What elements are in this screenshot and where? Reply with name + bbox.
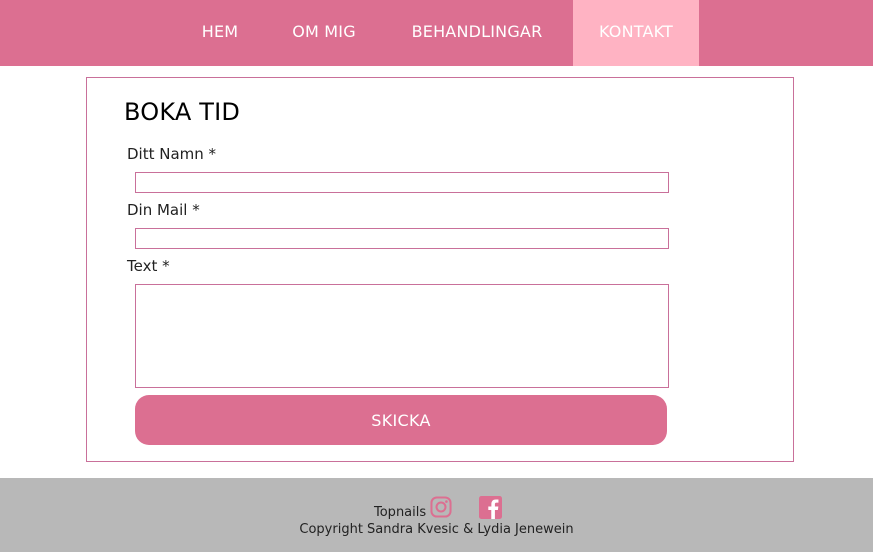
name-input[interactable]: [135, 172, 669, 193]
copyright-text: Copyright Sandra Kvesic & Lydia Jenewein: [299, 522, 574, 537]
text-label: Text *: [127, 257, 170, 275]
nav-item-om-mig[interactable]: OM MIG: [284, 0, 364, 66]
top-navigation: HEM OM MIG BEHANDLINGAR KONTAKT: [0, 0, 873, 66]
nav-item-hem[interactable]: HEM: [190, 0, 250, 66]
name-label: Ditt Namn *: [127, 145, 217, 163]
instagram-icon[interactable]: [430, 496, 452, 518]
nav-item-kontakt[interactable]: KONTAKT: [573, 0, 699, 66]
mail-label: Din Mail *: [127, 201, 200, 219]
submit-button[interactable]: SKICKA: [135, 395, 667, 445]
booking-form-card: BOKA TID Ditt Namn * Din Mail * Text * S…: [86, 77, 794, 462]
mail-input[interactable]: [135, 228, 669, 249]
nav-item-behandlingar[interactable]: BEHANDLINGAR: [403, 0, 551, 66]
message-textarea[interactable]: [135, 284, 669, 388]
footer: Topnails Copyright Sandra Kvesic & Lydia…: [0, 478, 873, 552]
facebook-icon[interactable]: [479, 496, 502, 519]
form-title: BOKA TID: [124, 98, 241, 126]
footer-brand: Topnails: [374, 505, 427, 520]
